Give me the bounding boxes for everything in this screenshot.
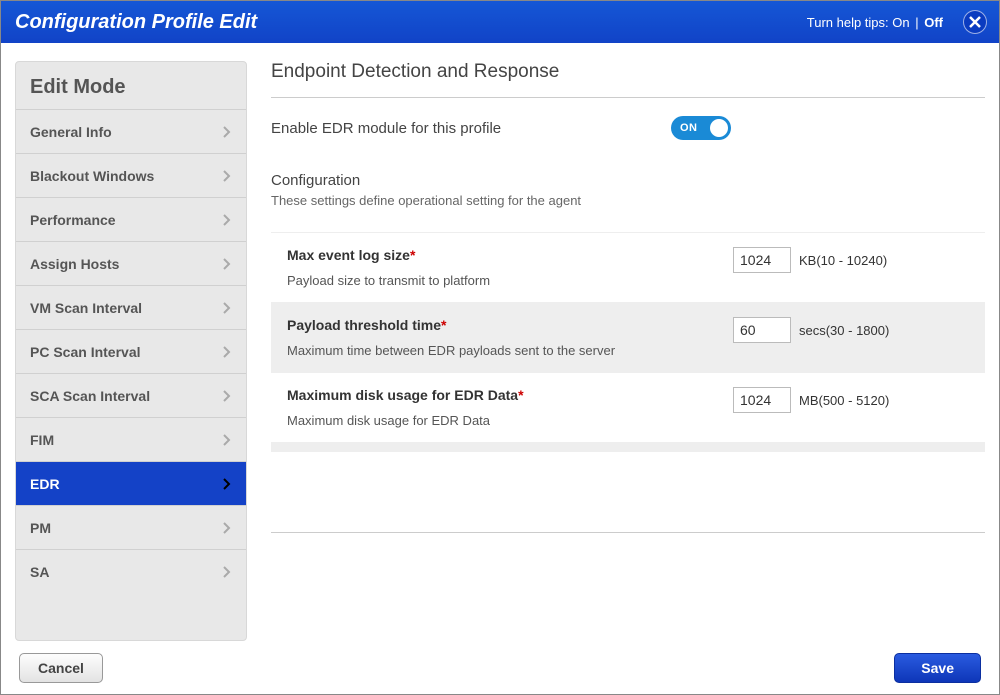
chevron-right-icon — [222, 213, 232, 227]
sidebar-item-label: SA — [30, 564, 49, 580]
sidebar-item-blackout-windows[interactable]: Blackout Windows — [16, 153, 246, 197]
field-payload-threshold: Payload threshold time* Maximum time bet… — [271, 302, 985, 372]
field-label: Max event log size* — [287, 247, 415, 263]
chevron-right-icon — [222, 125, 232, 139]
field-unit: secs(30 - 1800) — [799, 323, 889, 338]
required-asterisk: * — [410, 247, 415, 263]
sidebar-item-label: Blackout Windows — [30, 168, 154, 184]
content-divider — [271, 532, 985, 533]
chevron-right-icon — [222, 521, 232, 535]
help-tips-prefix: Turn help tips: — [807, 15, 893, 30]
enable-label: Enable EDR module for this profile — [271, 120, 671, 137]
sidebar-item-pm[interactable]: PM — [16, 505, 246, 549]
chevron-right-icon — [222, 257, 232, 271]
enable-row: Enable EDR module for this profile ON — [271, 116, 985, 140]
field-unit: KB(10 - 10240) — [799, 253, 887, 268]
sidebar-item-general-info[interactable]: General Info — [16, 109, 246, 153]
sidebar-title: Edit Mode — [16, 62, 246, 109]
sidebar-item-label: EDR — [30, 476, 60, 492]
chevron-right-icon — [222, 169, 232, 183]
divider-strip — [271, 442, 985, 452]
save-button[interactable]: Save — [894, 653, 981, 683]
sidebar-item-label: Assign Hosts — [30, 256, 119, 272]
sidebar-item-label: SCA Scan Interval — [30, 388, 150, 404]
sidebar-item-label: PC Scan Interval — [30, 344, 141, 360]
sidebar-item-sca-scan-interval[interactable]: SCA Scan Interval — [16, 373, 246, 417]
sidebar-item-assign-hosts[interactable]: Assign Hosts — [16, 241, 246, 285]
sidebar-item-fim[interactable]: FIM — [16, 417, 246, 461]
sidebar-item-label: VM Scan Interval — [30, 300, 142, 316]
close-icon — [969, 16, 981, 28]
sidebar-item-label: PM — [30, 520, 51, 536]
chevron-right-icon — [222, 565, 232, 579]
field-label: Maximum disk usage for EDR Data* — [287, 387, 524, 403]
help-off-link[interactable]: Off — [924, 15, 943, 30]
chevron-right-icon — [222, 389, 232, 403]
chevron-right-icon — [222, 345, 232, 359]
sidebar-item-sa[interactable]: SA — [16, 549, 246, 593]
cancel-button[interactable]: Cancel — [19, 653, 103, 683]
field-max-disk-usage: Maximum disk usage for EDR Data* Maximum… — [271, 372, 985, 442]
panel-heading: Endpoint Detection and Response — [271, 61, 985, 98]
help-on-link[interactable]: On — [892, 15, 909, 30]
required-asterisk: * — [441, 317, 446, 333]
chevron-right-icon — [222, 477, 232, 491]
payload-threshold-input[interactable] — [733, 317, 791, 343]
dialog-header: Configuration Profile Edit Turn help tip… — [1, 1, 999, 43]
sidebar-item-label: FIM — [30, 432, 54, 448]
chevron-right-icon — [222, 433, 232, 447]
config-subtext: These settings define operational settin… — [271, 193, 985, 208]
field-label: Payload threshold time* — [287, 317, 447, 333]
enable-toggle[interactable]: ON — [671, 116, 731, 140]
dialog-footer: Cancel Save — [1, 641, 999, 695]
max-disk-usage-input[interactable] — [733, 387, 791, 413]
close-button[interactable] — [963, 10, 987, 34]
sidebar-item-performance[interactable]: Performance — [16, 197, 246, 241]
sidebar-item-pc-scan-interval[interactable]: PC Scan Interval — [16, 329, 246, 373]
dialog-body: Edit Mode General Info Blackout Windows … — [1, 43, 999, 641]
chevron-right-icon — [222, 301, 232, 315]
sidebar: Edit Mode General Info Blackout Windows … — [15, 61, 247, 641]
config-heading: Configuration — [271, 172, 985, 189]
sidebar-item-label: General Info — [30, 124, 112, 140]
dialog-title: Configuration Profile Edit — [15, 11, 257, 34]
main-panel: Endpoint Detection and Response Enable E… — [247, 61, 985, 641]
help-separator: | — [912, 15, 923, 30]
toggle-on-text: ON — [680, 122, 698, 134]
field-desc: Maximum disk usage for EDR Data — [287, 413, 733, 428]
sidebar-item-edr[interactable]: EDR — [16, 461, 246, 505]
field-desc: Maximum time between EDR payloads sent t… — [287, 343, 733, 358]
field-unit: MB(500 - 5120) — [799, 393, 889, 408]
max-event-log-input[interactable] — [733, 247, 791, 273]
help-tips: Turn help tips: On | Off — [807, 15, 943, 30]
sidebar-item-label: Performance — [30, 212, 116, 228]
field-desc: Payload size to transmit to platform — [287, 273, 733, 288]
toggle-knob — [710, 119, 728, 137]
required-asterisk: * — [518, 387, 523, 403]
sidebar-item-vm-scan-interval[interactable]: VM Scan Interval — [16, 285, 246, 329]
field-max-event-log: Max event log size* Payload size to tran… — [271, 232, 985, 302]
